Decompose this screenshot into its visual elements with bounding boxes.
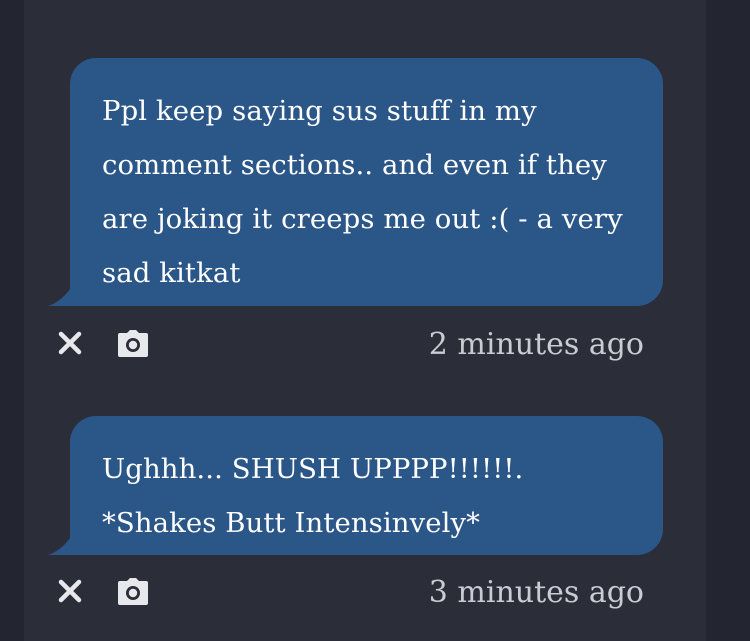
- message-actions: 2 minutes ago: [56, 325, 656, 365]
- message-text: Ppl keep saying sus stuff in my comment …: [102, 95, 623, 289]
- camera-icon[interactable]: [116, 329, 150, 359]
- previous-timestamp-fragment: [572, 0, 588, 2]
- message-timestamp: 2 minutes ago: [428, 327, 644, 362]
- message-bubble: Ppl keep saying sus stuff in my comment …: [70, 58, 663, 306]
- message-actions: 3 minutes ago: [56, 573, 656, 613]
- message-text: Ughhh... SHUSH UPPPP!!!!!!. *Shakes Butt…: [102, 453, 524, 539]
- close-icon[interactable]: [56, 329, 84, 357]
- close-icon[interactable]: [56, 577, 84, 605]
- camera-icon[interactable]: [116, 577, 150, 607]
- message-bubble: Ughhh... SHUSH UPPPP!!!!!!. *Shakes Butt…: [70, 416, 663, 555]
- message-timestamp: 3 minutes ago: [428, 575, 644, 610]
